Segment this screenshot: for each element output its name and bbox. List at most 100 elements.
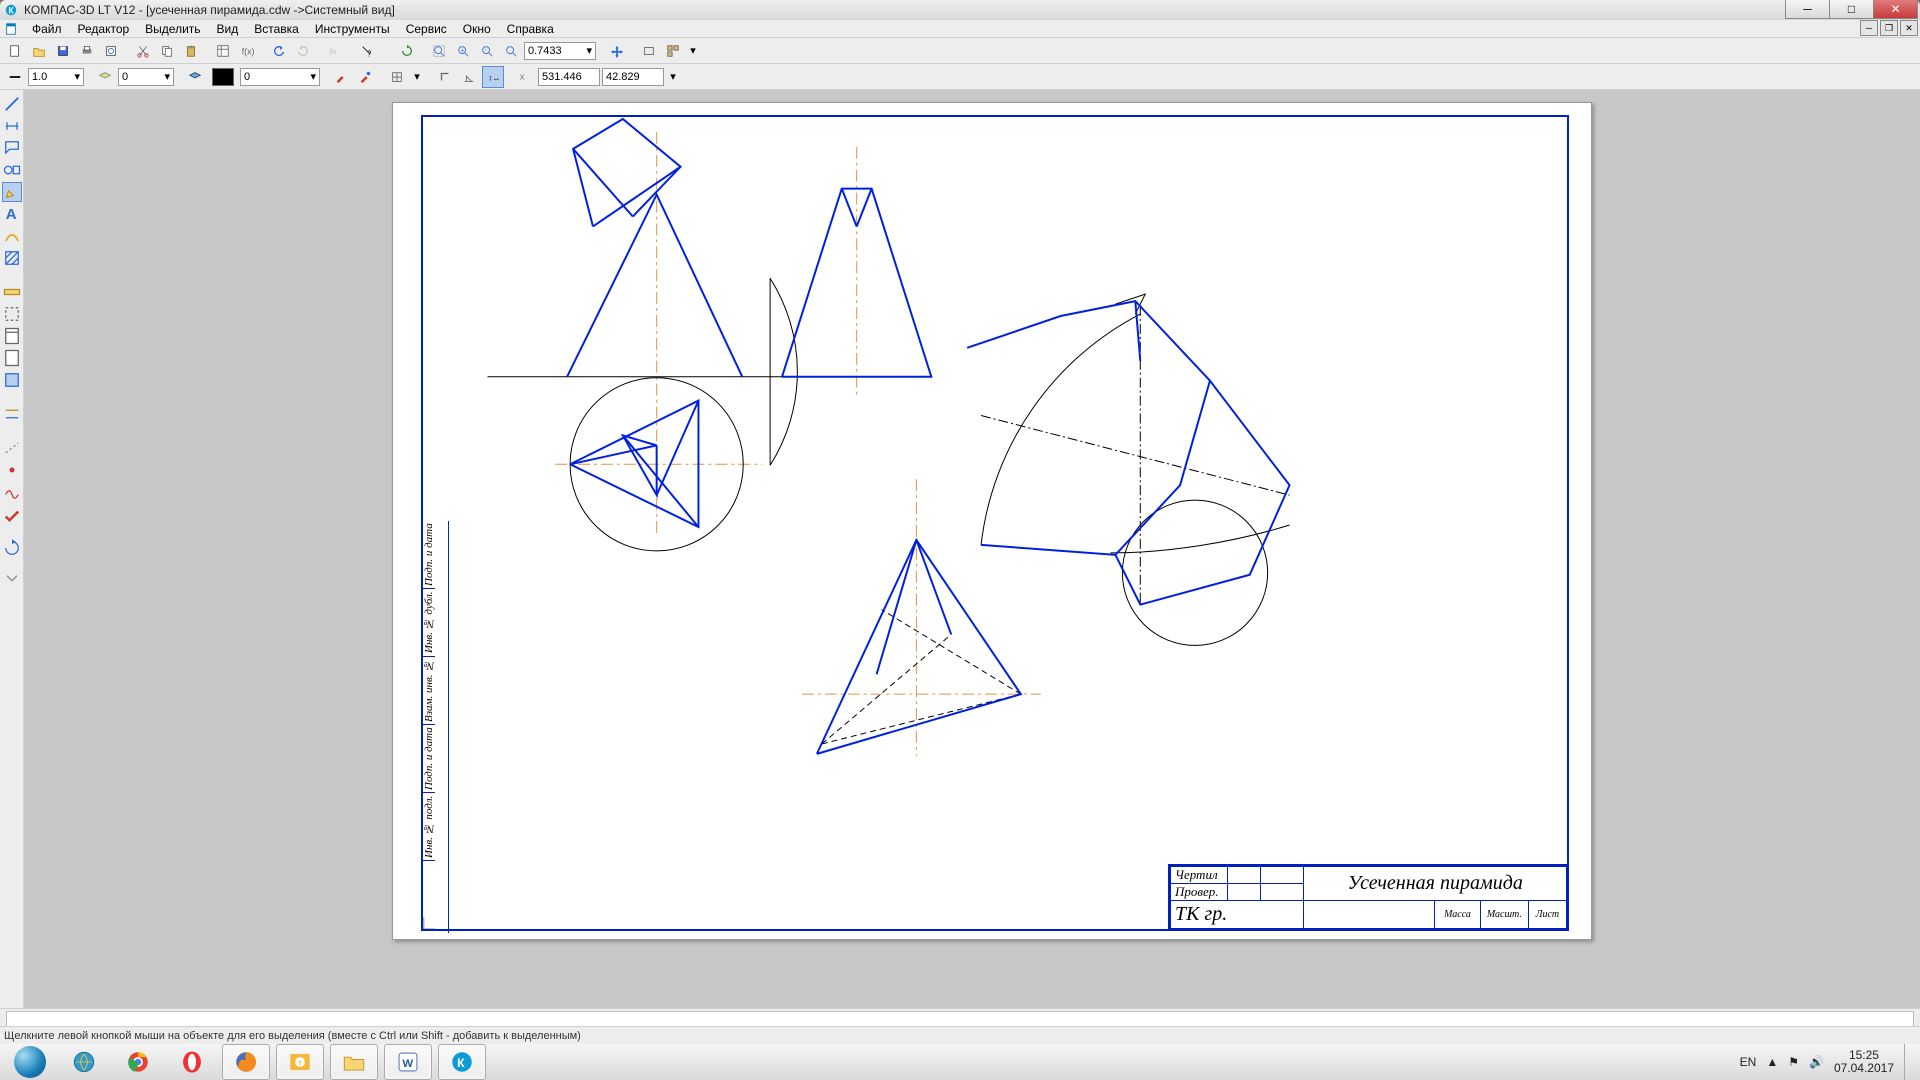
menu-edit[interactable]: Редактор (70, 22, 138, 36)
paste-button[interactable] (180, 40, 202, 62)
style-input[interactable]: 0▾ (240, 68, 320, 86)
titlebar: К КОМПАС-3D LT V12 - [усеченная пирамида… (0, 0, 1920, 20)
curve-button[interactable] (2, 226, 22, 246)
spline-button[interactable] (2, 482, 22, 502)
command-bar (0, 1008, 1920, 1026)
zoom-fit-button[interactable] (428, 40, 450, 62)
svg-text:?: ? (367, 49, 372, 58)
color-swatch[interactable] (212, 68, 234, 86)
text-button[interactable]: A (2, 204, 22, 224)
linewidth-input[interactable]: 1.0▾ (28, 68, 84, 86)
taskbar-ie[interactable] (60, 1044, 108, 1080)
taskbar-kompas[interactable]: К (438, 1044, 486, 1080)
tray-volume-icon[interactable]: 🔊 (1809, 1055, 1824, 1069)
properties-button[interactable] (212, 40, 234, 62)
mdi-close-button[interactable]: ✕ (1900, 20, 1918, 36)
brush-red-icon[interactable] (330, 66, 352, 88)
zoom-window-button[interactable] (500, 40, 522, 62)
toggle-button[interactable] (2, 504, 22, 524)
menu-service[interactable]: Сервис (398, 22, 455, 36)
mdi-minimize-button[interactable]: ─ (1860, 20, 1878, 36)
mdi-restore-button[interactable]: ❐ (1880, 20, 1898, 36)
param-button[interactable]: ↕↔ (482, 66, 504, 88)
svg-text:-: - (484, 46, 487, 53)
svg-text:+: + (460, 47, 464, 54)
orientation-button[interactable] (638, 40, 660, 62)
show-desktop-button[interactable] (1904, 1044, 1914, 1080)
menu-insert[interactable]: Вставка (246, 22, 307, 36)
tray-clock[interactable]: 15:25 07.04.2017 (1834, 1049, 1894, 1075)
zoom-out-button[interactable]: - (476, 40, 498, 62)
coord-y-input[interactable]: 42.829 (602, 68, 664, 86)
stamp-group: ТК гр. (1171, 901, 1304, 929)
taskbar-word[interactable]: W (384, 1044, 432, 1080)
views-button[interactable] (662, 40, 684, 62)
tray-lang[interactable]: EN (1740, 1055, 1757, 1069)
zoom-input[interactable]: 0.7433▾ (524, 42, 596, 60)
tray-flag-icon[interactable]: ⚑ (1788, 1055, 1799, 1069)
ortho-button[interactable] (434, 66, 456, 88)
menu-select[interactable]: Выделить (137, 22, 208, 36)
side-stamp: Подп. и дата Инв. № дубл. Взам. инв. № П… (423, 521, 449, 933)
dimensions-button[interactable] (2, 116, 22, 136)
copy-button[interactable] (156, 40, 178, 62)
layer-input[interactable]: 0▾ (118, 68, 174, 86)
menu-tools[interactable]: Инструменты (307, 22, 398, 36)
spec-button[interactable] (2, 326, 22, 346)
minimize-button[interactable]: ─ (1785, 0, 1830, 19)
close-button[interactable]: ✕ (1873, 0, 1918, 19)
coord-dropdown[interactable]: ▾ (666, 66, 680, 88)
menu-help[interactable]: Справка (499, 22, 562, 36)
measure-button[interactable] (2, 282, 22, 302)
aux-line-button[interactable] (2, 438, 22, 458)
coord-x-input[interactable]: 531.446 (538, 68, 600, 86)
redo-button[interactable] (292, 40, 314, 62)
line-style-button[interactable] (4, 66, 26, 88)
param-lines-button[interactable] (2, 404, 22, 424)
dropdown-icon2[interactable]: ▾ (410, 66, 424, 88)
tray-show-hidden-icon[interactable]: ▲ (1766, 1055, 1778, 1069)
cut-button[interactable] (132, 40, 154, 62)
help-context-button[interactable]: ? (356, 40, 378, 62)
refresh-button[interactable] (396, 40, 418, 62)
notation-button[interactable] (2, 138, 22, 158)
properties-toolbar: 1.0▾ 0▾ 0▾ ▾ ↕↔ X 531.446 42.829 ▾ (0, 64, 1920, 90)
rotate-button[interactable] (2, 538, 22, 558)
symbols-button[interactable] (2, 160, 22, 180)
start-button[interactable] (6, 1044, 54, 1080)
new-button[interactable] (4, 40, 26, 62)
taskbar-explorer[interactable] (330, 1044, 378, 1080)
menu-view[interactable]: Вид (209, 22, 247, 36)
variables-button[interactable]: f(x) (236, 40, 258, 62)
save-button[interactable] (52, 40, 74, 62)
brush-blue-icon[interactable] (354, 66, 376, 88)
canvas-area[interactable]: Подп. и дата Инв. № дубл. Взам. инв. № П… (24, 90, 1920, 1008)
insert-view-button[interactable] (2, 370, 22, 390)
taskbar-firefox[interactable] (222, 1044, 270, 1080)
taskbar-opera[interactable] (168, 1044, 216, 1080)
cad-drawing (423, 117, 1567, 929)
edit-button[interactable] (2, 182, 22, 202)
menu-window[interactable]: Окно (455, 22, 499, 36)
geometry-button[interactable] (2, 94, 22, 114)
print-button[interactable] (76, 40, 98, 62)
snap-button[interactable] (458, 66, 480, 88)
menu-file[interactable]: Файл (24, 22, 70, 36)
taskbar-chrome[interactable] (114, 1044, 162, 1080)
reports-button[interactable] (2, 348, 22, 368)
hatch-button[interactable] (2, 248, 22, 268)
pan-button[interactable] (606, 40, 628, 62)
dropdown-icon[interactable]: ▾ (686, 40, 700, 62)
point-button[interactable] (2, 460, 22, 480)
open-button[interactable] (28, 40, 50, 62)
fx-button[interactable]: f= (324, 40, 346, 62)
zoom-in-button[interactable]: + (452, 40, 474, 62)
maximize-button[interactable]: □ (1829, 0, 1874, 19)
taskbar-outlook[interactable] (276, 1044, 324, 1080)
preview-button[interactable] (100, 40, 122, 62)
color-by-layer-icon[interactable] (184, 66, 206, 88)
expand-button[interactable] (2, 572, 22, 584)
select-button[interactable] (2, 304, 22, 324)
grid-button[interactable] (386, 66, 408, 88)
undo-button[interactable] (268, 40, 290, 62)
